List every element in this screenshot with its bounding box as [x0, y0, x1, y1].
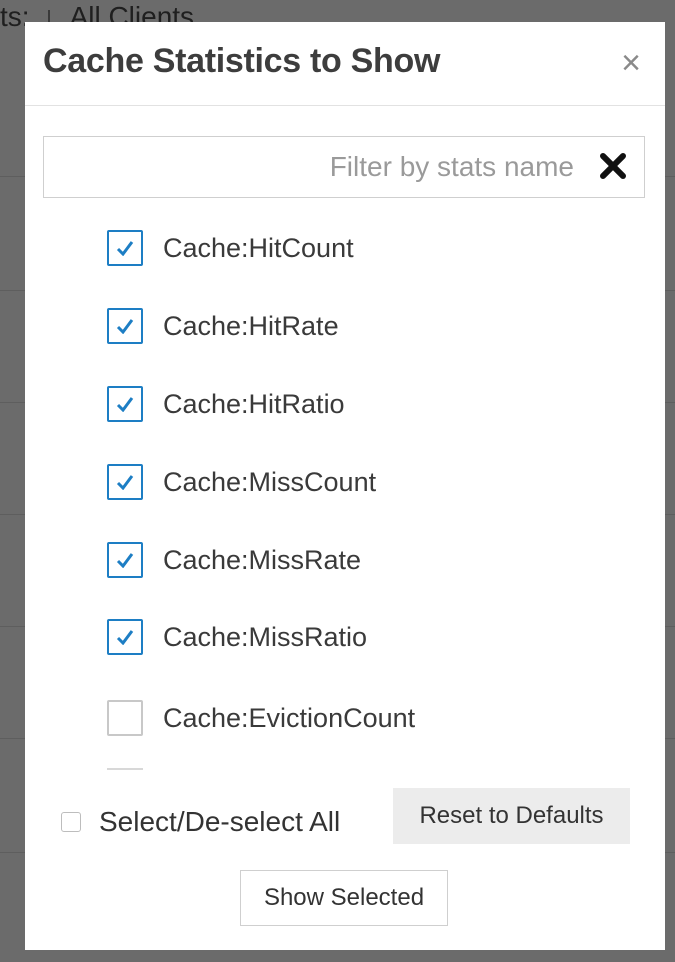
- stat-label: Cache:EvictionCount: [163, 702, 416, 733]
- modal-header: Cache Statistics to Show ×: [25, 22, 665, 106]
- stat-item-hitrate[interactable]: Cache:HitRate: [107, 303, 339, 349]
- close-button[interactable]: ×: [621, 46, 641, 80]
- stat-item-missrate[interactable]: Cache:MissRate: [107, 537, 361, 583]
- stat-label: Cache:MissCount: [163, 466, 377, 497]
- show-selected-button[interactable]: Show Selected: [240, 870, 448, 926]
- checkbox-unchecked[interactable]: [107, 700, 143, 736]
- checkbox-checked[interactable]: [107, 464, 143, 500]
- stat-item-hitratio[interactable]: Cache:HitRatio: [107, 381, 345, 427]
- select-all-toggle[interactable]: Select/De-select All: [61, 806, 340, 838]
- cache-statistics-modal: Cache Statistics to Show × Cache:HitCoun…: [25, 22, 665, 950]
- stat-item-misscount[interactable]: Cache:MissCount: [107, 459, 376, 505]
- modal-title: Cache Statistics to Show: [43, 42, 441, 80]
- checkbox-checked[interactable]: [107, 619, 143, 655]
- checkbox-checked[interactable]: [107, 542, 143, 578]
- clear-filter-icon[interactable]: [596, 149, 630, 183]
- modal-footer: Select/De-select All Reset to Defaults S…: [25, 782, 665, 942]
- stat-label: Cache:MissRatio: [163, 621, 368, 652]
- checkbox-partially-visible[interactable]: [107, 768, 143, 770]
- checkbox-checked[interactable]: [107, 308, 143, 344]
- filter-input[interactable]: [44, 137, 584, 197]
- reset-to-defaults-button[interactable]: Reset to Defaults: [393, 788, 630, 844]
- stats-list: Cache:HitCount Cache:HitRate Cache:HitRa…: [25, 200, 665, 770]
- select-all-label: Select/De-select All: [99, 806, 341, 837]
- stat-item-evictioncount[interactable]: Cache:EvictionCount: [107, 695, 415, 741]
- stat-label: Cache:MissRate: [163, 544, 362, 575]
- select-all-checkbox[interactable]: [61, 812, 81, 832]
- stat-item-missratio[interactable]: Cache:MissRatio: [107, 614, 367, 660]
- stat-label: Cache:HitRate: [163, 310, 339, 341]
- filter-box: [43, 136, 645, 198]
- stat-item-hitcount[interactable]: Cache:HitCount: [107, 225, 354, 271]
- checkbox-checked[interactable]: [107, 386, 143, 422]
- stat-label: Cache:HitRatio: [163, 388, 345, 419]
- stat-label: Cache:HitCount: [163, 232, 354, 263]
- checkbox-checked[interactable]: [107, 230, 143, 266]
